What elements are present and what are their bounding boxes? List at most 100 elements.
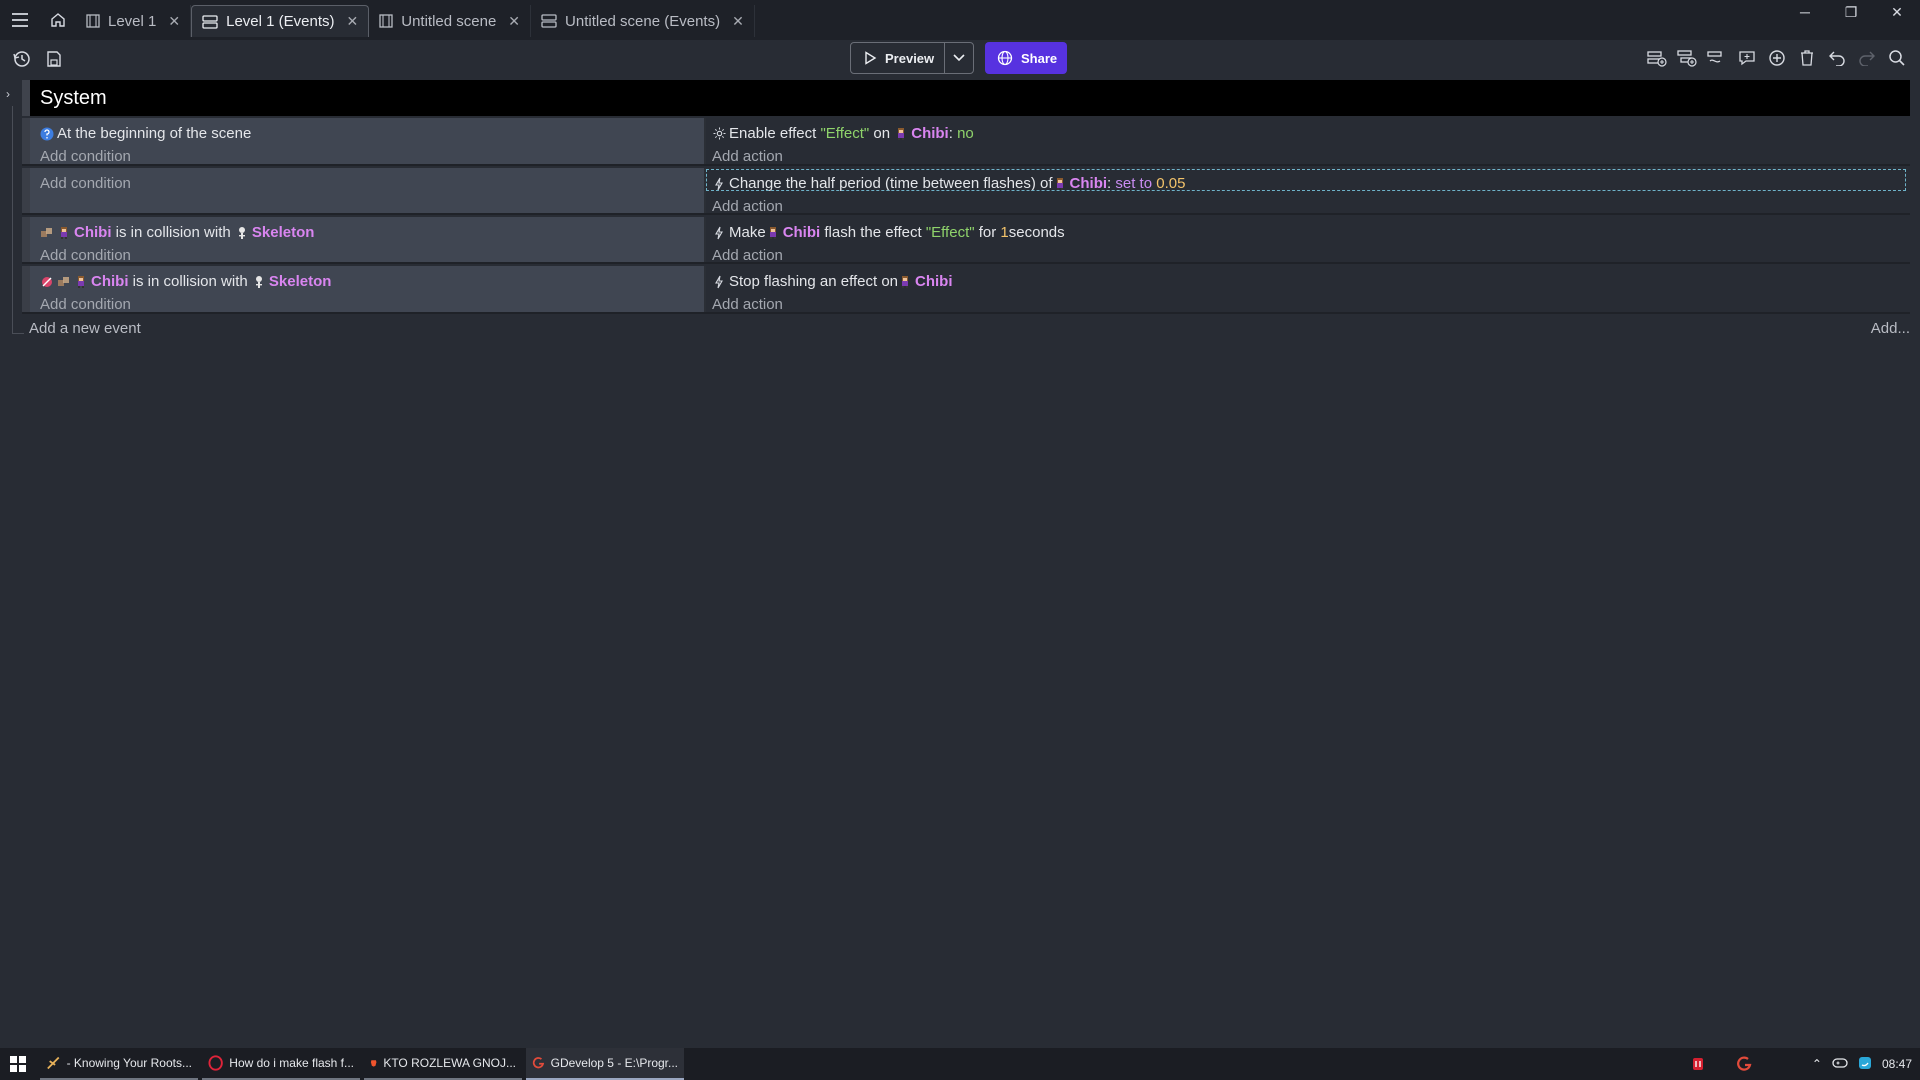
add-comment-icon[interactable]	[1736, 47, 1758, 69]
os-taskbar: - Knowing Your Roots... How do i make fl…	[0, 1048, 1920, 1080]
events-icon	[541, 14, 557, 28]
events-sheet: › System At the beginning of the scene A…	[0, 78, 1920, 1048]
tray-app-icon[interactable]	[1690, 1056, 1706, 1072]
minimize-icon[interactable]: ─	[1782, 0, 1828, 24]
event-handle[interactable]	[22, 266, 30, 312]
close-tab-icon[interactable]: ✕	[168, 13, 180, 30]
clock[interactable]: 08:47	[1882, 1057, 1912, 1071]
conditions-column[interactable]: Add condition	[30, 168, 706, 213]
add-condition-link[interactable]: Add condition	[40, 293, 704, 316]
add-condition-link[interactable]: Add condition	[40, 172, 704, 195]
taskbar-item-active[interactable]: GDevelop 5 - E:\Progr...	[526, 1048, 684, 1080]
object-name: Chibi	[1069, 175, 1108, 192]
delete-icon[interactable]	[1796, 47, 1818, 69]
start-button[interactable]	[0, 1056, 36, 1072]
app-tray-icon[interactable]	[1858, 1056, 1872, 1073]
add-action-link[interactable]: Add action	[712, 293, 1910, 316]
tree-line	[12, 333, 24, 334]
close-tab-icon[interactable]: ✕	[508, 13, 520, 30]
add-action-link[interactable]: Add action	[712, 145, 1910, 168]
chevron-down-icon	[953, 54, 965, 62]
actions-column[interactable]: Enable effect "Effect" on Chibi: no Add …	[706, 118, 1910, 165]
collapse-group-icon[interactable]: ›	[6, 87, 10, 101]
add-event-icon[interactable]	[1646, 47, 1668, 69]
group-header[interactable]: System	[30, 80, 1910, 116]
tab-label: Level 1	[108, 12, 157, 30]
add-action-link[interactable]: Add action	[712, 244, 1910, 267]
undo-icon[interactable]	[1826, 47, 1848, 69]
scene-icon	[86, 14, 100, 28]
skeleton-sprite-icon	[235, 226, 249, 240]
tab-untitled-scene[interactable]: Untitled scene ✕	[369, 5, 532, 37]
object-name: Chibi	[74, 224, 112, 241]
action[interactable]: Stop flashing an effect on Chibi	[712, 270, 1910, 293]
redo-icon[interactable]	[1856, 47, 1878, 69]
menu-icon	[12, 13, 28, 27]
hamburger-menu-button[interactable]	[0, 0, 40, 40]
close-tab-icon[interactable]: ✕	[347, 13, 359, 30]
condition[interactable]: Chibi is in collision with Skeleton	[40, 270, 704, 293]
gamepad-icon[interactable]	[1832, 1057, 1848, 1072]
conditions-column[interactable]: Chibi is in collision with Skeleton Add …	[30, 266, 706, 313]
conditions-column[interactable]: At the beginning of the scene Add condit…	[30, 118, 706, 165]
action[interactable]: Make Chibi flash the effect "Effect" for…	[712, 221, 1910, 244]
search-icon[interactable]	[1886, 47, 1908, 69]
preview-label: Preview	[885, 50, 935, 66]
event-handle[interactable]	[22, 217, 30, 262]
conditions-column[interactable]: Chibi is in collision with Skeleton Add …	[30, 217, 706, 264]
condition[interactable]: At the beginning of the scene	[40, 122, 704, 145]
object-name: Skeleton	[251, 224, 315, 241]
tab-bar: Level 1 ✕ Level 1 (Events) ✕ Untitled sc…	[0, 0, 1920, 40]
restore-icon[interactable]: ❐	[1828, 0, 1874, 24]
add-condition-link[interactable]: Add condition	[40, 145, 704, 168]
system-tray: ⌃ 08:47	[1812, 1048, 1912, 1080]
preview-options-button[interactable]	[945, 43, 973, 73]
event-handle[interactable]	[22, 168, 30, 213]
event-row[interactable]: Chibi is in collision with Skeleton Add …	[22, 266, 1910, 314]
event-row[interactable]: Chibi is in collision with Skeleton Add …	[22, 217, 1910, 264]
actions-column[interactable]: Change the half period (time between fla…	[706, 168, 1910, 215]
flash-icon	[712, 275, 726, 289]
save-icon[interactable]	[43, 48, 65, 70]
tab-label: Level 1 (Events)	[226, 13, 335, 30]
home-icon	[51, 13, 65, 27]
chevron-up-icon[interactable]: ⌃	[1812, 1057, 1822, 1071]
flash-icon	[712, 226, 726, 240]
condition[interactable]: Chibi is in collision with Skeleton	[40, 221, 704, 244]
preview-button[interactable]: Preview	[851, 43, 946, 73]
add-new-event-link[interactable]: Add a new event	[29, 320, 141, 337]
close-tab-icon[interactable]: ✕	[732, 13, 744, 30]
event-row[interactable]: Add condition Change the half period (ti…	[22, 168, 1910, 215]
taskbar-item[interactable]: KTO ROZLEWA GNOJ...	[364, 1048, 522, 1080]
add-circle-icon[interactable]	[1766, 47, 1788, 69]
invert-condition-icon	[40, 275, 54, 289]
brave-icon	[370, 1060, 377, 1067]
add-subevent-icon[interactable]	[1676, 47, 1698, 69]
chibi-sprite-icon	[1053, 177, 1067, 191]
history-icon[interactable]	[11, 48, 33, 70]
action[interactable]: Change the half period (time between fla…	[712, 172, 1910, 195]
actions-column[interactable]: Make Chibi flash the effect "Effect" for…	[706, 217, 1910, 264]
add-other-event-icon[interactable]	[1706, 47, 1728, 69]
taskbar-item[interactable]: How do i make flash f...	[202, 1048, 360, 1080]
actions-column[interactable]: Stop flashing an effect on Chibi Add act…	[706, 266, 1910, 313]
tab-level-1-events[interactable]: Level 1 (Events) ✕	[191, 5, 370, 37]
add-action-link[interactable]: Add action	[712, 195, 1910, 218]
preview-button-group: Preview	[850, 42, 975, 74]
event-row[interactable]: At the beginning of the scene Add condit…	[22, 118, 1910, 166]
share-button[interactable]: Share	[985, 42, 1068, 74]
group-handle[interactable]	[22, 80, 30, 116]
close-icon[interactable]: ✕	[1874, 0, 1920, 24]
add-condition-link[interactable]: Add condition	[40, 244, 704, 267]
tab-label: Untitled scene (Events)	[565, 12, 721, 30]
tab-untitled-scene-events[interactable]: Untitled scene (Events) ✕	[531, 5, 755, 37]
action[interactable]: Enable effect "Effect" on Chibi: no	[712, 122, 1910, 145]
events-icon	[202, 14, 218, 29]
home-tab-button[interactable]	[40, 0, 76, 40]
event-handle[interactable]	[22, 118, 30, 164]
add-more-link[interactable]: Add...	[1871, 320, 1910, 337]
taskbar-item[interactable]: - Knowing Your Roots...	[40, 1048, 198, 1080]
gdevelop-tray-icon[interactable]	[1736, 1056, 1752, 1072]
tab-level-1[interactable]: Level 1 ✕	[76, 5, 192, 37]
chibi-sprite-icon	[74, 275, 88, 289]
